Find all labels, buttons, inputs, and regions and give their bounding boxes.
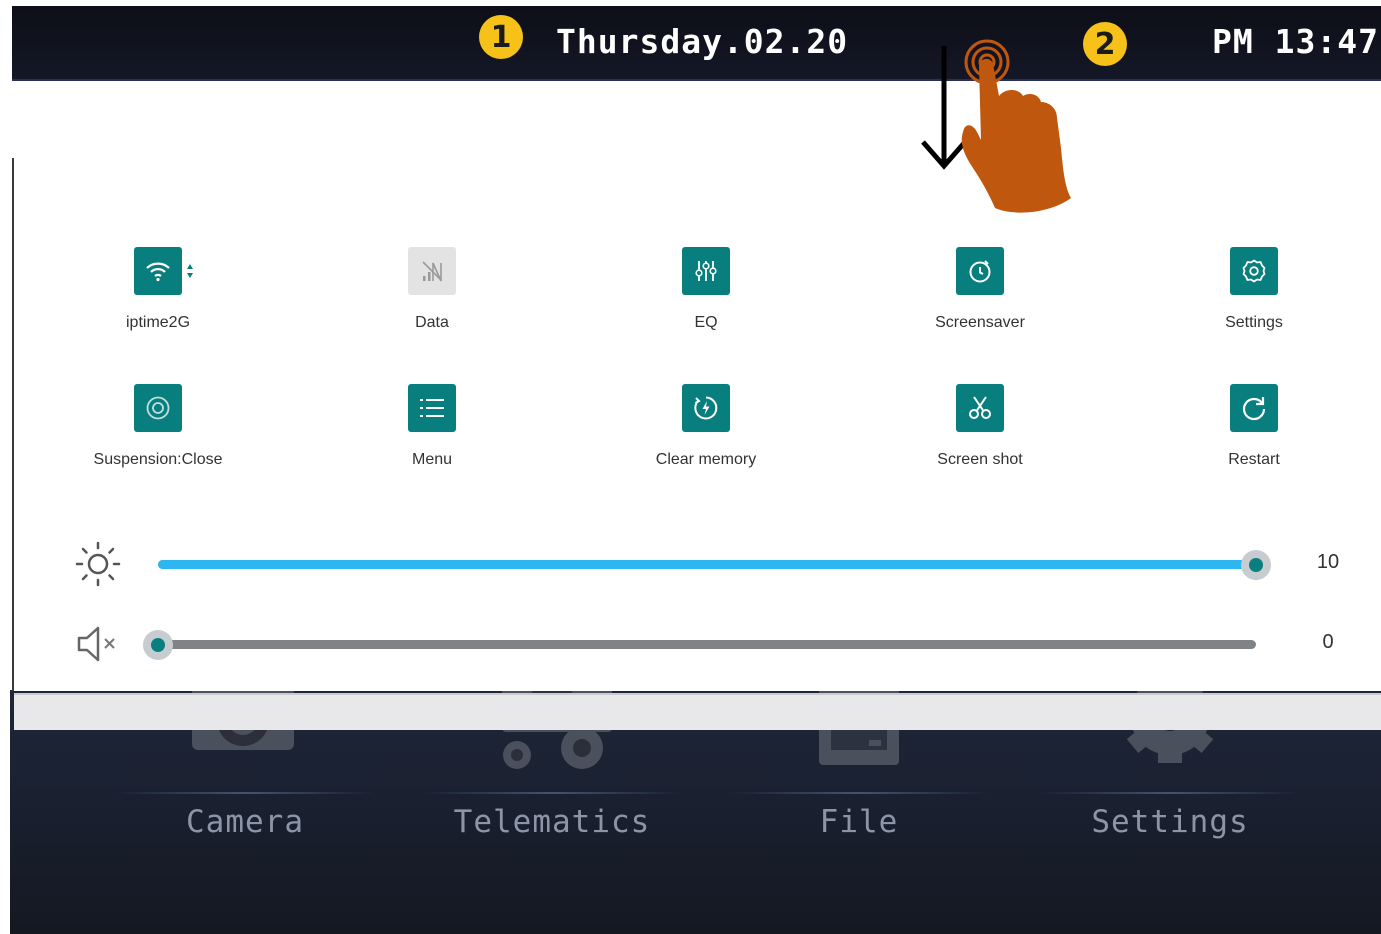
tile-screen-shot[interactable]: Screen shot xyxy=(880,384,1080,494)
status-bar[interactable]: 1 Thursday.02.20 2 PM 13:47 xyxy=(12,6,1381,81)
brightness-slider-thumb[interactable] xyxy=(1241,550,1271,580)
volume-slider[interactable] xyxy=(143,630,1256,660)
quick-settings-panel: iptime2G Data EQ Screensaver Settings Su… xyxy=(12,158,1381,691)
tile-label: Settings xyxy=(1225,314,1283,331)
tile-label: Clear memory xyxy=(655,451,757,468)
tile-screensaver[interactable]: Screensaver xyxy=(880,247,1080,357)
swipe-down-hand-icon xyxy=(961,39,1071,213)
status-time: PM 13:47 xyxy=(1212,22,1379,61)
tile-eq[interactable]: EQ xyxy=(606,247,806,357)
tile-settings[interactable]: Settings xyxy=(1154,247,1354,357)
tile-label: Suspension:Close xyxy=(93,451,223,468)
clear-memory-bolt-icon xyxy=(682,384,730,432)
tile-label: iptime2G xyxy=(125,314,191,331)
volume-slider-thumb[interactable] xyxy=(143,630,173,660)
restart-icon xyxy=(1230,384,1278,432)
tile-clear-memory[interactable]: Clear memory xyxy=(606,384,806,494)
scissors-icon xyxy=(956,384,1004,432)
tile-wifi[interactable]: iptime2G xyxy=(58,247,258,357)
callout-marker-2: 2 xyxy=(1083,22,1127,66)
brightness-slider-fill xyxy=(158,560,1256,569)
down-arrow-icon xyxy=(921,46,967,170)
tile-label: Restart xyxy=(1228,451,1280,468)
volume-value: 0 xyxy=(1322,631,1334,653)
brightness-slider[interactable] xyxy=(158,550,1271,580)
gear-icon xyxy=(1230,247,1278,295)
tile-restart[interactable]: Restart xyxy=(1154,384,1354,494)
screensaver-clock-icon xyxy=(956,247,1004,295)
tile-label: Screensaver xyxy=(935,314,1025,331)
home-app-label: Telematics xyxy=(453,804,651,840)
tile-label: EQ xyxy=(694,314,718,331)
volume-mute-icon xyxy=(77,626,115,662)
brightness-slider-row: 10 xyxy=(74,541,1364,587)
menu-list-icon xyxy=(408,384,456,432)
tile-data[interactable]: Data xyxy=(332,247,532,357)
wifi-icon xyxy=(134,247,193,295)
suspension-circle-icon xyxy=(134,384,182,432)
swipe-gesture-overlay xyxy=(921,39,1071,213)
mobile-data-off-icon xyxy=(408,247,456,295)
status-date: Thursday.02.20 xyxy=(556,22,849,61)
tile-label: Menu xyxy=(411,451,453,468)
callout-marker-1: 1 xyxy=(479,15,523,59)
tile-label: Data xyxy=(415,314,449,331)
tile-menu[interactable]: Menu xyxy=(332,384,532,494)
home-app-label: Camera xyxy=(186,804,304,840)
home-app-label: File xyxy=(819,804,899,840)
equalizer-icon xyxy=(682,247,730,295)
home-app-label: Settings xyxy=(1091,804,1249,840)
brightness-sun-icon xyxy=(75,541,121,587)
panel-bottom-edge xyxy=(14,693,1381,730)
tile-label: Screen shot xyxy=(937,451,1023,468)
brightness-value: 10 xyxy=(1316,551,1340,573)
tile-suspension[interactable]: Suspension:Close xyxy=(58,384,258,494)
volume-slider-row: 0 xyxy=(74,624,1364,664)
